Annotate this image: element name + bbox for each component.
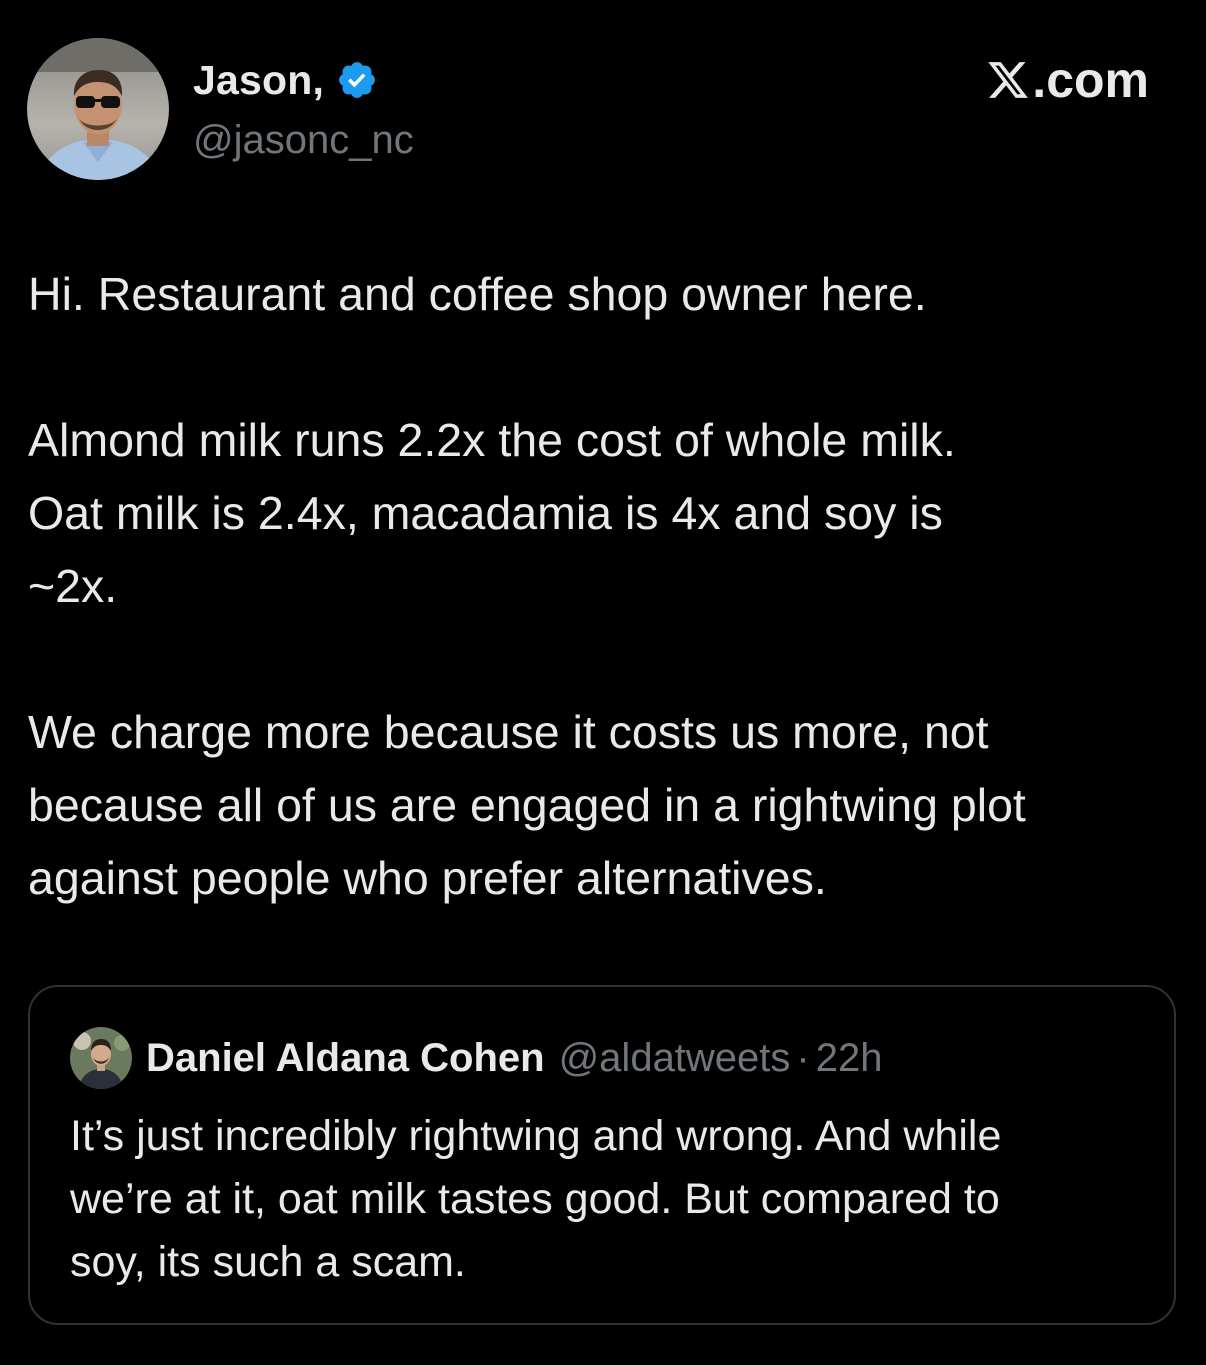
quoted-tweet-text: It’s just incredibly rightwing and wrong… (70, 1112, 1002, 1286)
person-photo-avatar-icon (70, 1027, 132, 1089)
author-avatar[interactable] (27, 38, 169, 180)
tweet-paragraph: Almond milk runs 2.2x the cost of whole … (28, 414, 956, 612)
author-handle[interactable]: @jasonc_nc (193, 118, 414, 163)
quoted-tweet-card[interactable]: Daniel Aldana Cohen @aldatweets · 22h It… (28, 985, 1176, 1325)
person-photo-avatar-icon (27, 38, 169, 180)
dot-separator: · (796, 1035, 810, 1080)
quoted-tweet-header: Daniel Aldana Cohen @aldatweets · 22h (70, 1027, 883, 1089)
tweet-paragraph: Hi. Restaurant and coffee shop owner her… (28, 268, 927, 320)
tweet-paragraph: We charge more because it costs us more,… (28, 706, 1026, 904)
tweet-header: Jason, @jasonc_nc .com (27, 38, 1177, 180)
x-com-label: .com (1032, 52, 1149, 108)
x-com-watermark: .com (986, 52, 1149, 108)
verified-badge-icon (339, 62, 376, 98)
quoted-author-name[interactable]: Daniel Aldana Cohen (146, 1036, 545, 1081)
quoted-author-handle[interactable]: @aldatweets (559, 1036, 791, 1081)
quoted-tweet-timestamp[interactable]: 22h (816, 1036, 883, 1081)
tweet-body: Hi. Restaurant and coffee shop owner her… (28, 258, 1188, 915)
x-logo-icon (988, 62, 1029, 98)
author-name[interactable]: Jason, (193, 57, 324, 104)
author-name-row[interactable]: Jason, (193, 54, 378, 106)
quoted-author-avatar[interactable] (70, 1027, 132, 1089)
